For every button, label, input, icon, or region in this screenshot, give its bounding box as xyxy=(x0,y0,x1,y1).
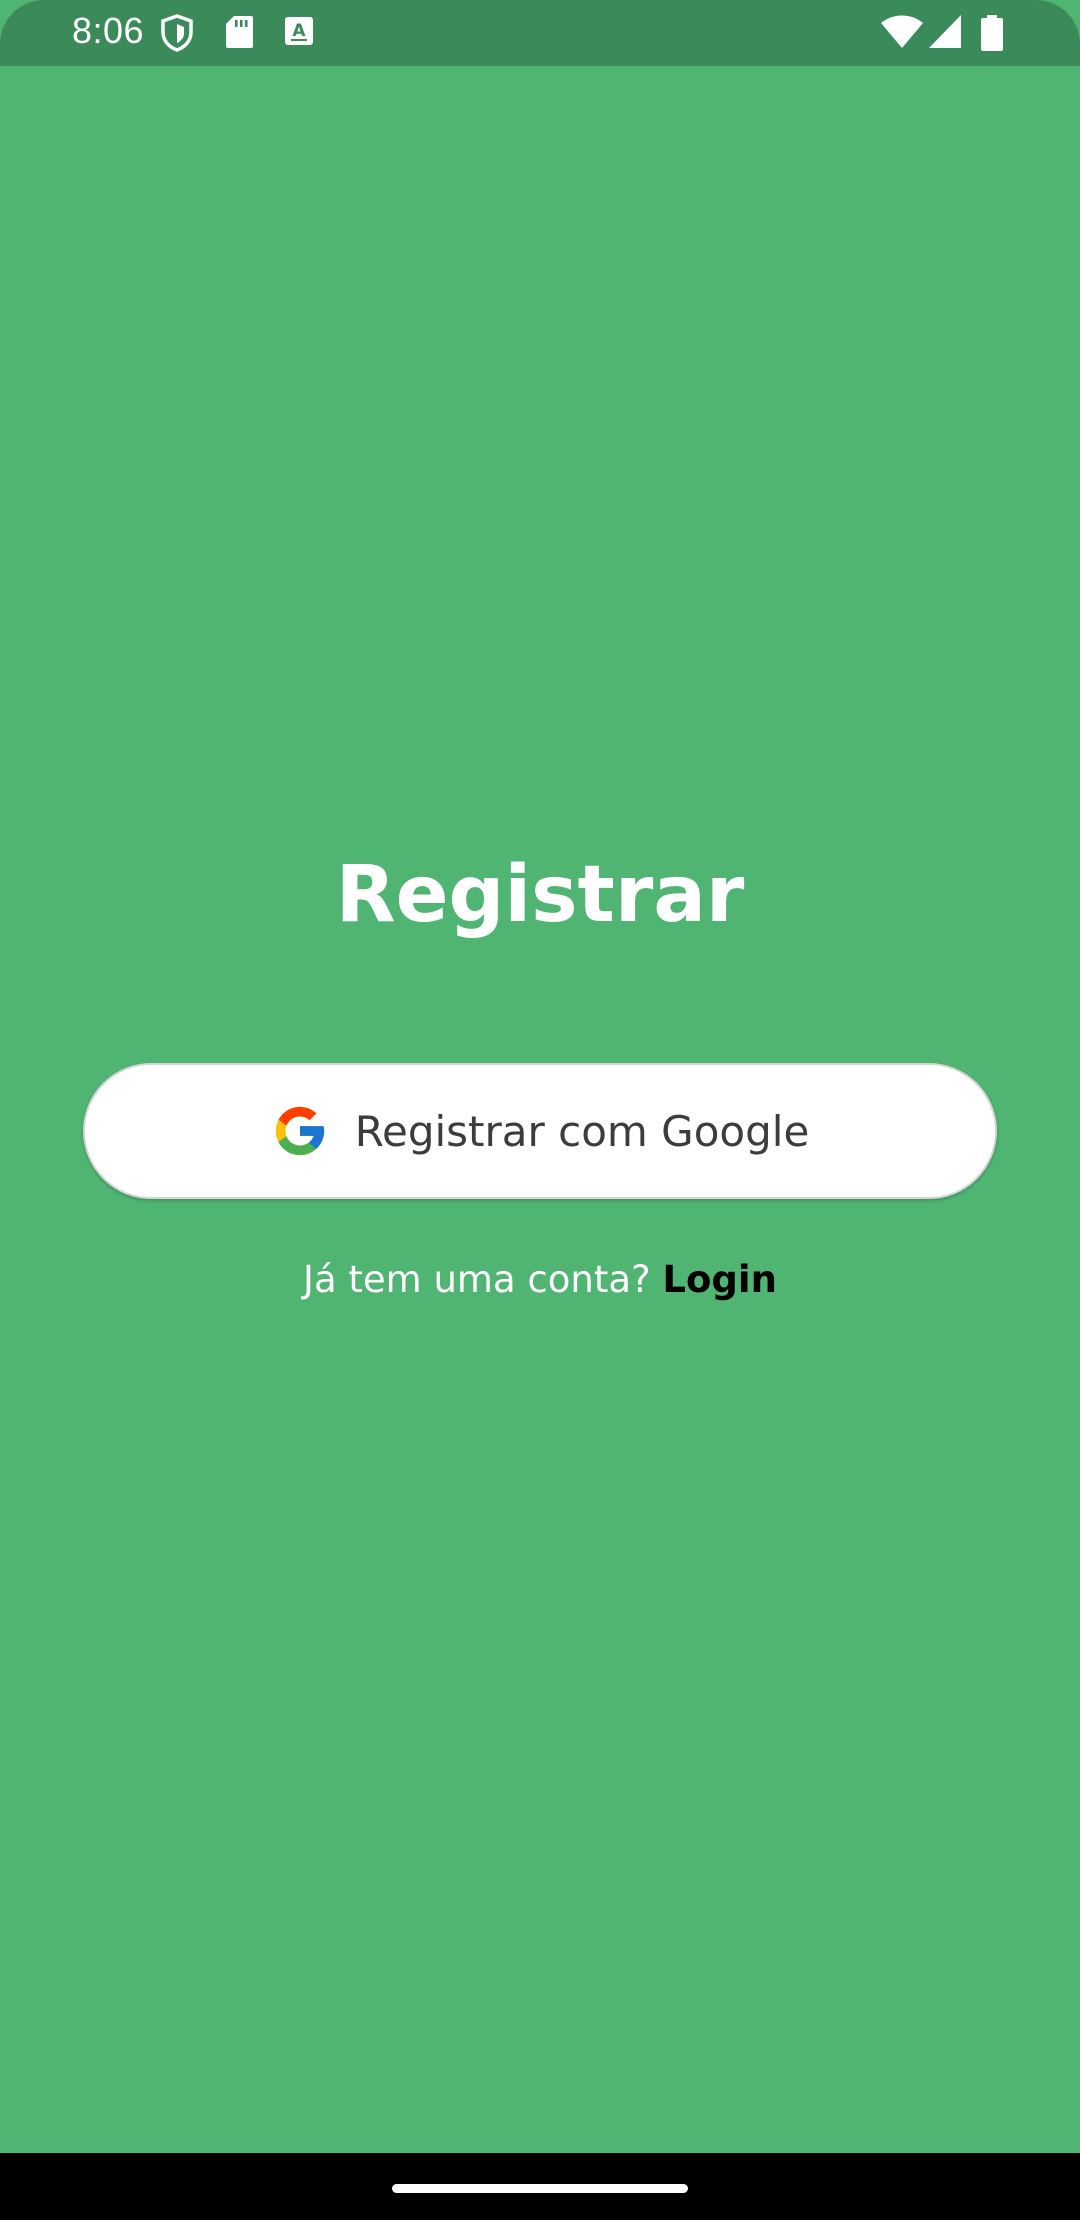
status-time: 8:06 xyxy=(72,10,145,51)
google-button-label: Registrar com Google xyxy=(354,1106,810,1156)
login-prompt: Já tem uma conta? Login xyxy=(0,1258,1080,1301)
login-link[interactable]: Login xyxy=(662,1258,777,1301)
home-gesture-handle[interactable] xyxy=(392,2184,688,2193)
signal-icon xyxy=(929,15,961,48)
battery-icon xyxy=(981,15,1003,51)
wifi-icon xyxy=(881,15,923,48)
google-g-icon xyxy=(275,1106,324,1156)
sd-card-icon xyxy=(226,16,253,48)
keyboard-a-icon: A xyxy=(285,17,313,45)
status-bar: 8:06 A xyxy=(0,0,1080,66)
register-with-google-button[interactable]: Registrar com Google xyxy=(83,1063,997,1199)
svg-text:A: A xyxy=(292,21,306,41)
navigation-bar xyxy=(0,2153,1080,2220)
login-prompt-text: Já tem uma conta? xyxy=(303,1258,651,1301)
shield-icon xyxy=(161,14,193,52)
page-title: Registrar xyxy=(335,850,745,940)
